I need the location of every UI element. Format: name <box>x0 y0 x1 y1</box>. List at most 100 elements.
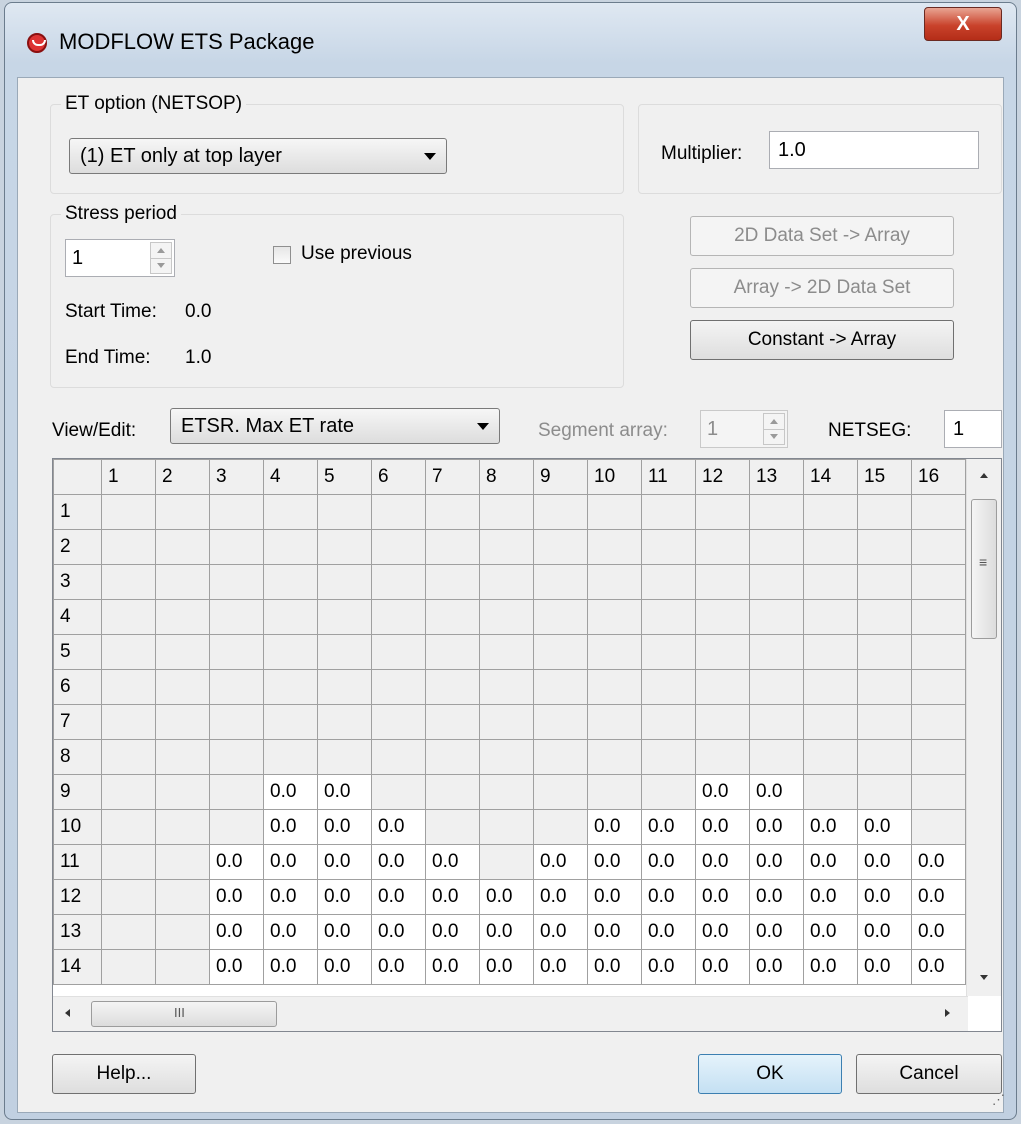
grid-cell[interactable] <box>317 529 372 565</box>
grid-cell[interactable]: 0.0 <box>911 879 966 915</box>
row-header[interactable]: 6 <box>53 669 102 705</box>
grid-cell[interactable] <box>749 599 804 635</box>
grid-cell[interactable] <box>911 494 966 530</box>
grid-cell[interactable] <box>695 564 750 600</box>
grid-cell[interactable] <box>101 669 156 705</box>
grid-cell[interactable] <box>263 564 318 600</box>
grid-cell[interactable] <box>587 564 642 600</box>
grid-cell[interactable] <box>749 529 804 565</box>
grid-cell[interactable] <box>209 704 264 740</box>
grid-cell[interactable] <box>425 564 480 600</box>
grid-cell[interactable] <box>155 634 210 670</box>
grid-cell[interactable] <box>371 564 426 600</box>
grid-cell[interactable]: 0.0 <box>263 844 318 880</box>
row-header[interactable]: 13 <box>53 914 102 950</box>
column-header[interactable]: 16 <box>911 459 966 495</box>
grid-cell[interactable] <box>317 739 372 775</box>
close-button[interactable]: X <box>924 7 1002 41</box>
grid-cell[interactable] <box>533 669 588 705</box>
grid-cell[interactable]: 0.0 <box>803 844 858 880</box>
row-header[interactable]: 8 <box>53 739 102 775</box>
grid-cell[interactable]: 0.0 <box>695 949 750 985</box>
grid-cell[interactable]: 0.0 <box>641 949 696 985</box>
grid-cell[interactable] <box>101 774 156 810</box>
grid-cell[interactable]: 0.0 <box>425 844 480 880</box>
grid-cell[interactable] <box>209 634 264 670</box>
grid-cell[interactable] <box>695 634 750 670</box>
row-header[interactable]: 5 <box>53 634 102 670</box>
grid-cell[interactable]: 0.0 <box>587 914 642 950</box>
grid-cell[interactable] <box>425 669 480 705</box>
help-button[interactable]: Help... <box>52 1054 196 1094</box>
grid-cell[interactable] <box>587 669 642 705</box>
row-header[interactable]: 3 <box>53 564 102 600</box>
grid-cell[interactable] <box>155 529 210 565</box>
grid-cell[interactable] <box>695 669 750 705</box>
grid-cell[interactable] <box>209 599 264 635</box>
grid-cell[interactable]: 0.0 <box>209 844 264 880</box>
grid-cell[interactable] <box>587 494 642 530</box>
grid-cell[interactable] <box>641 634 696 670</box>
grid-cell[interactable] <box>803 774 858 810</box>
grid-cell[interactable]: 0.0 <box>857 949 912 985</box>
grid-cell[interactable] <box>263 669 318 705</box>
grid-cell[interactable]: 0.0 <box>695 879 750 915</box>
grid-cell[interactable]: 0.0 <box>317 879 372 915</box>
column-header[interactable]: 10 <box>587 459 642 495</box>
grid-cell[interactable] <box>533 634 588 670</box>
grid-cell[interactable] <box>587 599 642 635</box>
row-header[interactable]: 1 <box>53 494 102 530</box>
grid-cell[interactable]: 0.0 <box>857 809 912 845</box>
grid-cell[interactable] <box>857 599 912 635</box>
grid-cell[interactable] <box>263 634 318 670</box>
grid-cell[interactable]: 0.0 <box>533 914 588 950</box>
grid-cell[interactable] <box>641 739 696 775</box>
grid-cell[interactable] <box>101 949 156 985</box>
grid-cell[interactable] <box>425 494 480 530</box>
grid-cell[interactable] <box>803 704 858 740</box>
grid-cell[interactable] <box>317 634 372 670</box>
grid-cell[interactable] <box>479 809 534 845</box>
grid-cell[interactable] <box>911 564 966 600</box>
grid-cell[interactable]: 0.0 <box>911 914 966 950</box>
column-header[interactable]: 4 <box>263 459 318 495</box>
grid-cell[interactable] <box>803 599 858 635</box>
grid-cell[interactable] <box>155 949 210 985</box>
grid-cell[interactable] <box>587 739 642 775</box>
grid-cell[interactable] <box>857 494 912 530</box>
grid-cell[interactable]: 0.0 <box>641 914 696 950</box>
column-header[interactable]: 12 <box>695 459 750 495</box>
stress-period-spinner[interactable]: 1 <box>65 239 175 277</box>
grid-cell[interactable]: 0.0 <box>911 844 966 880</box>
grid-cell[interactable] <box>101 704 156 740</box>
grid-cell[interactable] <box>101 634 156 670</box>
grid-cell[interactable] <box>479 529 534 565</box>
grid-cell[interactable]: 0.0 <box>695 774 750 810</box>
grid-cell[interactable] <box>263 704 318 740</box>
grid-cell[interactable] <box>749 704 804 740</box>
row-header[interactable]: 11 <box>53 844 102 880</box>
grid-cell[interactable]: 0.0 <box>479 879 534 915</box>
grid-cell[interactable] <box>209 564 264 600</box>
grid-cell[interactable] <box>371 634 426 670</box>
grid-cell[interactable] <box>101 809 156 845</box>
title-bar[interactable]: MODFLOW ETS Package X <box>5 3 1016 77</box>
multiplier-input[interactable]: 1.0 <box>769 131 979 169</box>
view-edit-dropdown[interactable]: ETSR. Max ET rate <box>170 408 500 444</box>
grid-cell[interactable] <box>587 529 642 565</box>
grid-cell[interactable] <box>263 494 318 530</box>
grid-cell[interactable] <box>317 704 372 740</box>
column-header[interactable]: 13 <box>749 459 804 495</box>
grid-cell[interactable] <box>803 494 858 530</box>
grid-cell[interactable]: 0.0 <box>803 879 858 915</box>
grid-cell[interactable] <box>155 704 210 740</box>
grid-cell[interactable] <box>425 704 480 740</box>
grid-cell[interactable] <box>209 739 264 775</box>
column-header[interactable]: 14 <box>803 459 858 495</box>
column-header[interactable]: 15 <box>857 459 912 495</box>
grid-cell[interactable] <box>533 704 588 740</box>
grid-cell[interactable] <box>695 529 750 565</box>
grid-cell[interactable]: 0.0 <box>479 949 534 985</box>
grid-cell[interactable]: 0.0 <box>695 914 750 950</box>
grid-cell[interactable]: 0.0 <box>911 949 966 985</box>
